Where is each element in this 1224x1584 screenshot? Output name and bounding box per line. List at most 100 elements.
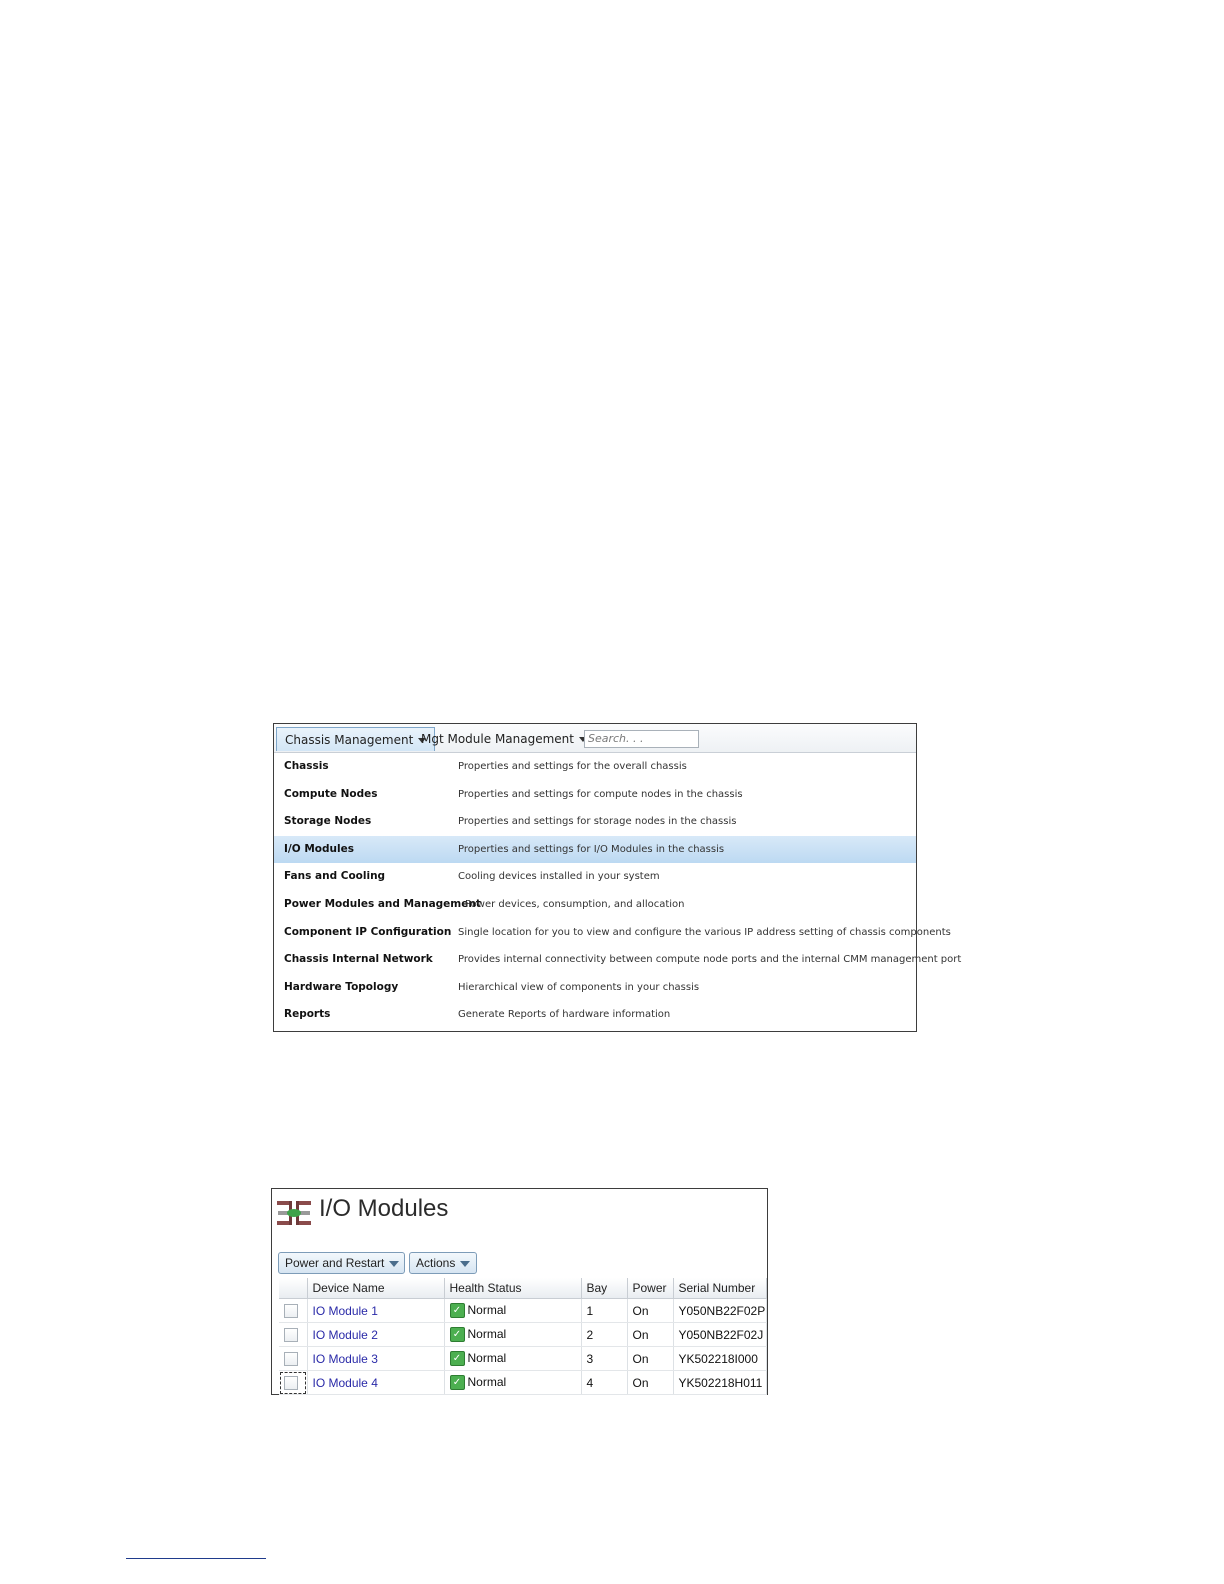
io-modules-screenshot: I/O Modules Power and Restart Actions De…	[271, 1188, 768, 1395]
power-cell: On	[627, 1322, 674, 1347]
menu-item-name: Reports	[284, 1008, 331, 1021]
column-header-health-status[interactable]: Health Status	[444, 1278, 582, 1299]
select-column-header	[279, 1278, 308, 1299]
page-title: I/O Modules	[319, 1195, 449, 1222]
row-checkbox[interactable]	[284, 1351, 298, 1366]
row-select-cell	[279, 1346, 308, 1371]
menu-item-name: Hardware Topology	[284, 980, 399, 993]
row-select-cell	[279, 1370, 308, 1395]
device-name-cell: IO Module 2	[307, 1322, 445, 1347]
table-row: IO Module 4 ✓ Normal 4 On YK502218H011	[279, 1370, 767, 1395]
bay-cell: 1	[581, 1298, 628, 1323]
row-checkbox[interactable]	[284, 1303, 298, 1318]
tab-label: Chassis Management	[285, 733, 414, 747]
menu-item-name: Compute Nodes	[284, 787, 378, 800]
health-status-text: Normal	[467, 1326, 507, 1341]
device-link[interactable]: IO Module 2	[313, 1328, 378, 1342]
check-icon: ✓	[449, 1303, 465, 1319]
row-select-cell	[279, 1322, 308, 1347]
menu-item-description: Hierarchical view of components in your …	[458, 981, 700, 993]
column-header-serial-number[interactable]: Serial Number	[673, 1278, 767, 1299]
chassis-menu-list: Chassis Properties and settings for the …	[274, 753, 961, 1029]
table-row: IO Module 2 ✓ Normal 2 On Y050NB22F02J	[279, 1322, 767, 1347]
health-status-cell: ✓ Normal	[444, 1298, 582, 1323]
menu-item-name: Storage Nodes	[284, 815, 372, 828]
serial-number-cell: YK502218H011	[673, 1370, 767, 1395]
device-link[interactable]: IO Module 3	[313, 1352, 378, 1366]
menu-item-hardware-topology[interactable]: Hardware Topology Hierarchical view of c…	[274, 974, 916, 1002]
menu-item-name: Chassis	[284, 760, 329, 772]
menu-item-name: I/O Modules	[284, 842, 354, 855]
menu-item-fans-and-cooling[interactable]: Fans and Cooling Cooling devices install…	[274, 863, 916, 891]
health-status-text: Normal	[467, 1350, 507, 1365]
device-name-cell: IO Module 3	[307, 1346, 445, 1371]
menu-item-description: Power devices, consumption, and allocati…	[465, 898, 685, 910]
menu-item-description: Single location for you to view and conf…	[458, 926, 951, 938]
menu-item-description: Properties and settings for I/O Modules …	[458, 843, 725, 855]
bay-cell: 4	[581, 1370, 628, 1395]
power-cell: On	[627, 1370, 674, 1395]
menu-item-name: Component IP Configuration	[284, 925, 452, 938]
column-header-device-name[interactable]: Device Name	[307, 1278, 445, 1299]
table-row: IO Module 1 ✓ Normal 1 On Y050NB22F02P	[279, 1298, 767, 1323]
serial-number-cell: Y050NB22F02J	[673, 1322, 767, 1347]
device-link[interactable]: IO Module 4	[313, 1376, 378, 1390]
table-header-row: Device Name Health Status Bay Power Seri…	[279, 1278, 767, 1299]
menu-item-storage-nodes[interactable]: Storage Nodes Properties and settings fo…	[274, 808, 916, 836]
tab-chassis-management[interactable]: Chassis Management	[276, 727, 436, 751]
tab-label: Mgt Module Management	[421, 732, 574, 746]
power-and-restart-button[interactable]: Power and Restart	[278, 1252, 405, 1274]
device-link[interactable]: IO Module 1	[313, 1304, 378, 1318]
health-status-text: Normal	[467, 1374, 507, 1389]
actions-button[interactable]: Actions	[409, 1252, 477, 1274]
health-status-cell: ✓ Normal	[444, 1346, 582, 1371]
menu-bar: Chassis Management Mgt Module Management…	[274, 724, 916, 753]
menu-item-reports[interactable]: Reports Generate Reports of hardware inf…	[274, 1001, 916, 1029]
column-header-bay[interactable]: Bay	[581, 1278, 628, 1299]
serial-number-cell: Y050NB22F02P	[673, 1298, 767, 1323]
button-label: Power and Restart	[285, 1256, 385, 1270]
menu-item-description: Cooling devices installed in your system	[458, 871, 660, 883]
bay-cell: 3	[581, 1346, 628, 1371]
health-status-cell: ✓ Normal	[444, 1322, 582, 1347]
menu-item-description: Generate Reports of hardware information	[458, 1009, 671, 1021]
row-checkbox[interactable]	[284, 1375, 298, 1390]
menu-item-name: Power Modules and Management	[284, 897, 481, 910]
menu-item-compute-nodes[interactable]: Compute Nodes Properties and settings fo…	[274, 781, 916, 809]
menu-item-power-modules[interactable]: Power Modules and Management Power devic…	[274, 891, 916, 919]
footnote-divider	[126, 1558, 266, 1559]
menu-item-description: Properties and settings for the overall …	[458, 761, 687, 772]
menu-item-name: Fans and Cooling	[284, 870, 386, 883]
io-modules-table: Device Name Health Status Bay Power Seri…	[279, 1278, 767, 1395]
check-icon: ✓	[449, 1327, 465, 1343]
menu-item-description: Properties and settings for storage node…	[458, 816, 737, 828]
column-header-power[interactable]: Power	[627, 1278, 674, 1299]
table-row: IO Module 3 ✓ Normal 3 On YK502218I000	[279, 1346, 767, 1371]
menu-item-chassis[interactable]: Chassis Properties and settings for the …	[274, 753, 916, 781]
menu-item-io-modules[interactable]: I/O Modules Properties and settings for …	[274, 835, 916, 864]
menu-item-name: Chassis Internal Network	[284, 953, 433, 966]
row-checkbox[interactable]	[284, 1327, 298, 1342]
menu-item-chassis-internal-network[interactable]: Chassis Internal Network Provides intern…	[274, 946, 961, 974]
search-input[interactable]: Search. . .	[584, 730, 699, 748]
chevron-down-icon	[460, 1260, 471, 1267]
health-status-text: Normal	[467, 1302, 507, 1317]
check-icon: ✓	[449, 1351, 465, 1367]
health-status-cell: ✓ Normal	[444, 1370, 582, 1395]
io-module-icon	[277, 1201, 311, 1225]
check-icon: ✓	[449, 1375, 465, 1391]
menu-item-description: Provides internal connectivity between c…	[458, 954, 962, 966]
menu-item-description: Properties and settings for compute node…	[458, 788, 743, 800]
power-cell: On	[627, 1346, 674, 1371]
menu-item-component-ip-configuration[interactable]: Component IP Configuration Single locati…	[274, 919, 951, 947]
bay-cell: 2	[581, 1322, 628, 1347]
chassis-menu-screenshot: Chassis Management Mgt Module Management…	[273, 723, 961, 1032]
power-cell: On	[627, 1298, 674, 1323]
button-label: Actions	[416, 1256, 456, 1270]
chevron-down-icon	[389, 1260, 400, 1267]
tab-mgt-module-management[interactable]: Mgt Module Management	[413, 727, 595, 751]
serial-number-cell: YK502218I000	[673, 1346, 767, 1371]
device-name-cell: IO Module 4	[307, 1370, 445, 1395]
row-select-cell	[279, 1298, 308, 1323]
device-name-cell: IO Module 1	[307, 1298, 445, 1323]
